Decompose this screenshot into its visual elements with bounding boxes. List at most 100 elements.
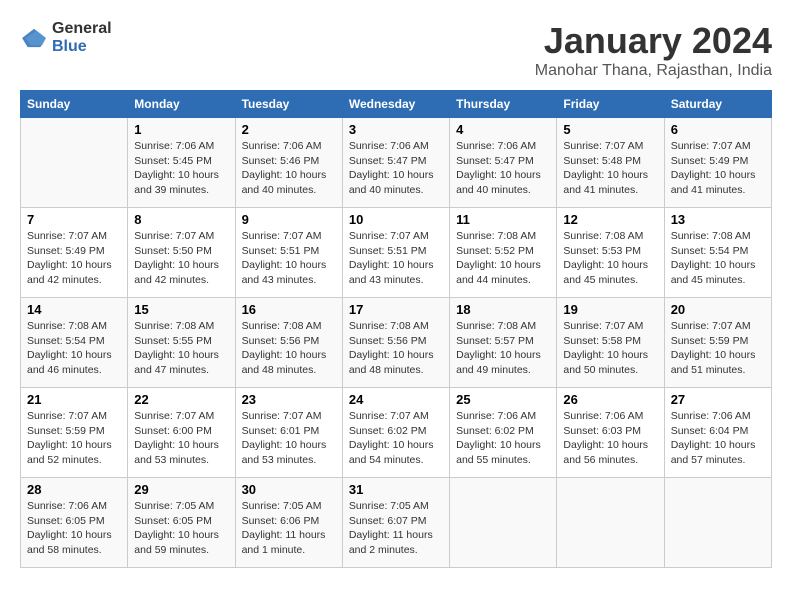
header-cell-saturday: Saturday bbox=[664, 91, 771, 118]
header-cell-sunday: Sunday bbox=[21, 91, 128, 118]
cell-content: Sunrise: 7:07 AM Sunset: 5:59 PM Dayligh… bbox=[27, 409, 121, 468]
calendar-cell: 11 Sunrise: 7:08 AM Sunset: 5:52 PM Dayli… bbox=[450, 208, 557, 298]
cell-content: Sunrise: 7:05 AM Sunset: 6:05 PM Dayligh… bbox=[134, 499, 228, 558]
cell-content: Sunrise: 7:06 AM Sunset: 5:46 PM Dayligh… bbox=[242, 139, 336, 198]
calendar-week-1: 1Sunrise: 7:06 AM Sunset: 5:45 PM Daylig… bbox=[21, 118, 772, 208]
cell-content: Sunrise: 7:08 AM Sunset: 5:53 PM Dayligh… bbox=[563, 229, 657, 288]
calendar-cell: 26Sunrise: 7:06 AM Sunset: 6:03 PM Dayli… bbox=[557, 388, 664, 478]
logo: General Blue bbox=[20, 20, 112, 56]
day-number: 10 bbox=[349, 212, 443, 227]
cell-content: Sunrise: 7:05 AM Sunset: 6:06 PM Dayligh… bbox=[242, 499, 336, 558]
header-cell-friday: Friday bbox=[557, 91, 664, 118]
day-number: 16 bbox=[242, 302, 336, 317]
calendar-cell: 3Sunrise: 7:06 AM Sunset: 5:47 PM Daylig… bbox=[342, 118, 449, 208]
calendar-cell: 12 Sunrise: 7:08 AM Sunset: 5:53 PM Dayli… bbox=[557, 208, 664, 298]
cell-content: Sunrise: 7:08 AM Sunset: 5:57 PM Dayligh… bbox=[456, 319, 550, 378]
calendar-cell: 6 Sunrise: 7:07 AM Sunset: 5:49 PM Daylig… bbox=[664, 118, 771, 208]
day-number: 24 bbox=[349, 392, 443, 407]
calendar-cell: 10Sunrise: 7:07 AM Sunset: 5:51 PM Dayli… bbox=[342, 208, 449, 298]
calendar-cell: 9 Sunrise: 7:07 AM Sunset: 5:51 PM Daylig… bbox=[235, 208, 342, 298]
day-number: 26 bbox=[563, 392, 657, 407]
day-number: 4 bbox=[456, 122, 550, 137]
calendar-cell bbox=[21, 118, 128, 208]
calendar-header-row: SundayMondayTuesdayWednesdayThursdayFrid… bbox=[21, 91, 772, 118]
header-cell-wednesday: Wednesday bbox=[342, 91, 449, 118]
logo-text: General Blue bbox=[52, 20, 112, 56]
day-number: 29 bbox=[134, 482, 228, 497]
calendar-week-3: 14Sunrise: 7:08 AM Sunset: 5:54 PM Dayli… bbox=[21, 298, 772, 388]
day-number: 19 bbox=[563, 302, 657, 317]
day-number: 21 bbox=[27, 392, 121, 407]
calendar-cell: 23 Sunrise: 7:07 AM Sunset: 6:01 PM Dayli… bbox=[235, 388, 342, 478]
cell-content: Sunrise: 7:07 AM Sunset: 5:48 PM Dayligh… bbox=[563, 139, 657, 198]
day-number: 5 bbox=[563, 122, 657, 137]
day-number: 8 bbox=[134, 212, 228, 227]
calendar-cell: 13 Sunrise: 7:08 AM Sunset: 5:54 PM Dayli… bbox=[664, 208, 771, 298]
calendar-cell: 16 Sunrise: 7:08 AM Sunset: 5:56 PM Dayli… bbox=[235, 298, 342, 388]
day-number: 3 bbox=[349, 122, 443, 137]
day-number: 30 bbox=[242, 482, 336, 497]
calendar-week-4: 21 Sunrise: 7:07 AM Sunset: 5:59 PM Dayli… bbox=[21, 388, 772, 478]
calendar-cell: 25 Sunrise: 7:06 AM Sunset: 6:02 PM Dayli… bbox=[450, 388, 557, 478]
day-number: 15 bbox=[134, 302, 228, 317]
cell-content: Sunrise: 7:08 AM Sunset: 5:52 PM Dayligh… bbox=[456, 229, 550, 288]
day-number: 28 bbox=[27, 482, 121, 497]
calendar-cell: 30 Sunrise: 7:05 AM Sunset: 6:06 PM Dayli… bbox=[235, 478, 342, 568]
calendar-cell: 4Sunrise: 7:06 AM Sunset: 5:47 PM Daylig… bbox=[450, 118, 557, 208]
calendar-cell bbox=[664, 478, 771, 568]
day-number: 18 bbox=[456, 302, 550, 317]
calendar-cell: 27 Sunrise: 7:06 AM Sunset: 6:04 PM Dayli… bbox=[664, 388, 771, 478]
calendar-week-5: 28 Sunrise: 7:06 AM Sunset: 6:05 PM Dayli… bbox=[21, 478, 772, 568]
calendar-cell: 7Sunrise: 7:07 AM Sunset: 5:49 PM Daylig… bbox=[21, 208, 128, 298]
cell-content: Sunrise: 7:07 AM Sunset: 6:01 PM Dayligh… bbox=[242, 409, 336, 468]
calendar-cell: 15 Sunrise: 7:08 AM Sunset: 5:55 PM Dayli… bbox=[128, 298, 235, 388]
calendar-week-2: 7Sunrise: 7:07 AM Sunset: 5:49 PM Daylig… bbox=[21, 208, 772, 298]
cell-content: Sunrise: 7:06 AM Sunset: 6:02 PM Dayligh… bbox=[456, 409, 550, 468]
cell-content: Sunrise: 7:07 AM Sunset: 5:58 PM Dayligh… bbox=[563, 319, 657, 378]
day-number: 23 bbox=[242, 392, 336, 407]
logo-icon bbox=[20, 27, 48, 49]
location-title: Manohar Thana, Rajasthan, India bbox=[535, 62, 772, 80]
day-number: 22 bbox=[134, 392, 228, 407]
month-title: January 2024 bbox=[535, 20, 772, 62]
day-number: 7 bbox=[27, 212, 121, 227]
day-number: 12 bbox=[563, 212, 657, 227]
calendar-cell: 28 Sunrise: 7:06 AM Sunset: 6:05 PM Dayli… bbox=[21, 478, 128, 568]
cell-content: Sunrise: 7:07 AM Sunset: 6:00 PM Dayligh… bbox=[134, 409, 228, 468]
logo-blue: Blue bbox=[52, 38, 87, 55]
calendar-cell: 1Sunrise: 7:06 AM Sunset: 5:45 PM Daylig… bbox=[128, 118, 235, 208]
calendar-cell: 24Sunrise: 7:07 AM Sunset: 6:02 PM Dayli… bbox=[342, 388, 449, 478]
calendar-cell bbox=[557, 478, 664, 568]
day-number: 9 bbox=[242, 212, 336, 227]
calendar-cell: 31 Sunrise: 7:05 AM Sunset: 6:07 PM Dayli… bbox=[342, 478, 449, 568]
calendar-table: SundayMondayTuesdayWednesdayThursdayFrid… bbox=[20, 90, 772, 568]
header: General Blue January 2024 Manohar Thana,… bbox=[20, 20, 772, 80]
calendar-cell: 29 Sunrise: 7:05 AM Sunset: 6:05 PM Dayli… bbox=[128, 478, 235, 568]
calendar-cell: 22 Sunrise: 7:07 AM Sunset: 6:00 PM Dayli… bbox=[128, 388, 235, 478]
cell-content: Sunrise: 7:08 AM Sunset: 5:56 PM Dayligh… bbox=[242, 319, 336, 378]
day-number: 20 bbox=[671, 302, 765, 317]
day-number: 1 bbox=[134, 122, 228, 137]
header-cell-monday: Monday bbox=[128, 91, 235, 118]
day-number: 17 bbox=[349, 302, 443, 317]
cell-content: Sunrise: 7:06 AM Sunset: 6:05 PM Dayligh… bbox=[27, 499, 121, 558]
day-number: 11 bbox=[456, 212, 550, 227]
day-number: 6 bbox=[671, 122, 765, 137]
cell-content: Sunrise: 7:07 AM Sunset: 5:51 PM Dayligh… bbox=[242, 229, 336, 288]
calendar-body: 1Sunrise: 7:06 AM Sunset: 5:45 PM Daylig… bbox=[21, 118, 772, 568]
calendar-cell: 20Sunrise: 7:07 AM Sunset: 5:59 PM Dayli… bbox=[664, 298, 771, 388]
cell-content: Sunrise: 7:08 AM Sunset: 5:56 PM Dayligh… bbox=[349, 319, 443, 378]
title-area: January 2024 Manohar Thana, Rajasthan, I… bbox=[535, 20, 772, 80]
cell-content: Sunrise: 7:08 AM Sunset: 5:55 PM Dayligh… bbox=[134, 319, 228, 378]
day-number: 13 bbox=[671, 212, 765, 227]
day-number: 27 bbox=[671, 392, 765, 407]
cell-content: Sunrise: 7:07 AM Sunset: 5:49 PM Dayligh… bbox=[671, 139, 765, 198]
calendar-cell: 14Sunrise: 7:08 AM Sunset: 5:54 PM Dayli… bbox=[21, 298, 128, 388]
cell-content: Sunrise: 7:06 AM Sunset: 6:04 PM Dayligh… bbox=[671, 409, 765, 468]
calendar-cell: 18 Sunrise: 7:08 AM Sunset: 5:57 PM Dayli… bbox=[450, 298, 557, 388]
cell-content: Sunrise: 7:08 AM Sunset: 5:54 PM Dayligh… bbox=[27, 319, 121, 378]
cell-content: Sunrise: 7:05 AM Sunset: 6:07 PM Dayligh… bbox=[349, 499, 443, 558]
cell-content: Sunrise: 7:08 AM Sunset: 5:54 PM Dayligh… bbox=[671, 229, 765, 288]
day-number: 25 bbox=[456, 392, 550, 407]
day-number: 31 bbox=[349, 482, 443, 497]
